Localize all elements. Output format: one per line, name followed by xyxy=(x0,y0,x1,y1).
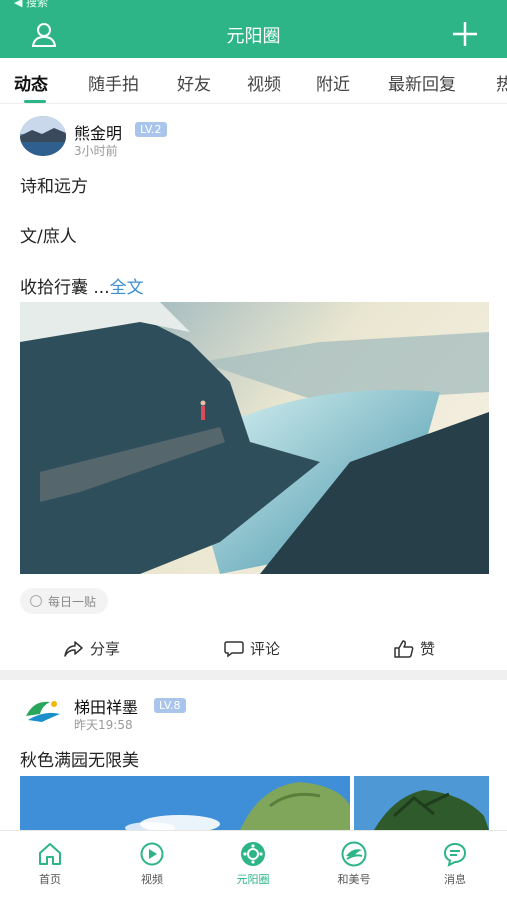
active-tab-indicator xyxy=(24,100,46,103)
level-badge: LV.2 xyxy=(135,122,167,137)
post-text-line: 秋色满园无限美 xyxy=(20,751,139,771)
post-text-last-line: 收拾行囊 ...全文 xyxy=(20,273,144,298)
share-button[interactable]: 分享 xyxy=(64,638,120,659)
read-full-link[interactable]: 全文 xyxy=(110,278,144,298)
thumbs-up-icon xyxy=(394,639,414,658)
category-tabs: 动态 随手拍 好友 视频 附近 最新回复 热 xyxy=(0,58,507,104)
tab-dongtai[interactable]: 动态 xyxy=(14,70,48,95)
like-label: 赞 xyxy=(420,640,436,658)
home-icon xyxy=(39,843,61,865)
nav-video[interactable]: 视频 xyxy=(112,841,192,887)
topic-icon xyxy=(30,595,42,607)
circle-icon xyxy=(241,842,265,866)
bottom-navigation: 首页 视频 元阳圈 和美号 消息 xyxy=(0,830,507,900)
page-title: 元阳圈 xyxy=(226,26,281,47)
avatar[interactable] xyxy=(20,692,66,732)
share-icon xyxy=(64,640,83,657)
comment-icon xyxy=(224,640,244,657)
post-time: 3小时前 xyxy=(74,144,118,158)
like-button[interactable]: 赞 xyxy=(394,638,435,659)
nav-hemeihao-label: 和美号 xyxy=(337,873,371,886)
level-badge: LV.8 xyxy=(154,698,186,713)
post-text-line: 诗和远方 xyxy=(20,177,88,197)
author-name[interactable]: 熊金明 xyxy=(74,120,122,144)
top-app-bar: ◀ 搜索 元阳圈 xyxy=(0,0,507,58)
author-name[interactable]: 梯田祥墨 xyxy=(74,694,138,718)
post-text-truncated: 收拾行囊 ... xyxy=(20,278,110,298)
brand-icon xyxy=(341,841,367,867)
post-divider xyxy=(0,670,507,680)
comment-button[interactable]: 评论 xyxy=(224,638,280,659)
nav-hemeihao[interactable]: 和美号 xyxy=(314,841,394,887)
topic-tag[interactable]: 每日一贴 xyxy=(20,588,109,614)
feed-post: 梯田祥墨 LV.8 昨天19:58 秋色满园无限美 xyxy=(0,680,507,830)
tab-fujin[interactable]: 附近 xyxy=(316,70,350,95)
comment-label: 评论 xyxy=(250,640,281,658)
message-icon xyxy=(443,842,467,867)
add-post-icon[interactable] xyxy=(451,20,479,48)
nav-messages-label: 消息 xyxy=(444,873,466,886)
post-photo[interactable] xyxy=(354,776,489,830)
tab-suishoupai[interactable]: 随手拍 xyxy=(88,70,139,95)
feed-post: 熊金明 LV.2 3小时前 诗和远方 文/庶人 收拾行囊 ...全文 每日一贴 … xyxy=(0,104,507,670)
tab-hot[interactable]: 热 xyxy=(496,70,507,95)
back-to-search-link[interactable]: ◀ 搜索 xyxy=(14,0,48,10)
avatar[interactable] xyxy=(20,116,66,156)
nav-yuanyang-circle-label: 元阳圈 xyxy=(236,873,270,886)
nav-home[interactable]: 首页 xyxy=(10,841,90,887)
nav-messages[interactable]: 消息 xyxy=(415,841,495,887)
nav-video-label: 视频 xyxy=(141,873,163,886)
post-time: 昨天19:58 xyxy=(74,718,133,732)
post-photo[interactable] xyxy=(20,302,489,574)
tab-latest-reply[interactable]: 最新回复 xyxy=(388,70,456,95)
tab-shipin[interactable]: 视频 xyxy=(247,70,281,95)
video-icon xyxy=(140,842,164,866)
topic-tag-label: 每日一贴 xyxy=(48,595,97,609)
post-photo[interactable] xyxy=(20,776,350,830)
post-text-line: 文/庶人 xyxy=(20,227,77,247)
share-label: 分享 xyxy=(90,640,121,658)
nav-yuanyang-circle[interactable]: 元阳圈 xyxy=(213,841,293,887)
nav-home-label: 首页 xyxy=(39,873,61,886)
tab-haoyou[interactable]: 好友 xyxy=(177,70,211,95)
